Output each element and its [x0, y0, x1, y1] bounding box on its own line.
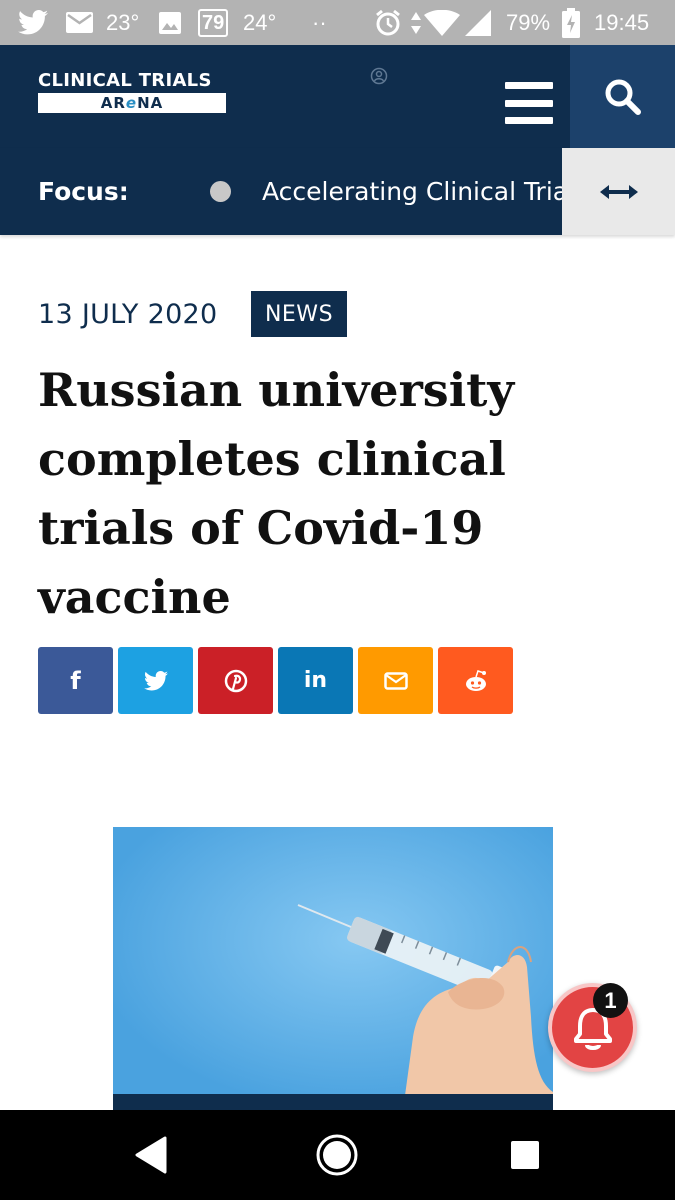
syringe-hand-illustration — [113, 827, 553, 1110]
menu-button[interactable] — [500, 75, 558, 131]
clock-time: 19:45 — [594, 9, 650, 35]
search-icon — [605, 79, 641, 115]
home-circle-icon — [316, 1134, 358, 1176]
twitter-icon — [18, 0, 48, 45]
status-bar: 23° 79 24° ·· 79% 19:45 — [0, 0, 675, 45]
facebook-icon: f — [70, 666, 81, 695]
focus-topic-link[interactable]: Accelerating Clinical Trials — [262, 148, 562, 235]
reddit-icon — [465, 669, 486, 691]
recents-button[interactable] — [508, 1110, 542, 1200]
notification-count-badge: 1 — [593, 983, 628, 1018]
notification-number-badge: 79 — [198, 0, 229, 45]
share-twitter-button[interactable] — [118, 647, 193, 714]
temperature-1: 23° — [106, 9, 140, 35]
data-arrows-icon — [410, 0, 422, 45]
share-facebook-button[interactable]: f — [38, 647, 113, 714]
recents-square-icon — [511, 1141, 539, 1169]
user-icon[interactable] — [370, 67, 388, 85]
category-badge[interactable]: NEWS — [251, 291, 347, 337]
focus-toggle-button[interactable] — [562, 148, 675, 235]
linkedin-icon: in — [303, 668, 328, 693]
share-buttons: f in — [38, 647, 513, 714]
focus-bullet — [210, 181, 231, 202]
home-button[interactable] — [313, 1110, 361, 1200]
temperature-2: 24° — [243, 9, 277, 35]
hamburger-icon — [505, 82, 553, 89]
focus-bar: Focus: Accelerating Clinical Trials — [0, 148, 675, 235]
pinterest-icon — [224, 669, 247, 692]
status-dots: ·· — [312, 9, 327, 35]
share-email-button[interactable] — [358, 647, 433, 714]
search-button[interactable] — [570, 45, 675, 148]
alarm-icon — [374, 0, 402, 45]
image-icon — [158, 0, 182, 45]
back-triangle-icon — [135, 1136, 167, 1174]
focus-label: Focus: — [38, 177, 129, 206]
battery-icon — [562, 0, 580, 45]
mail-icon — [66, 0, 93, 45]
battery-percent: 79% — [506, 9, 551, 35]
site-logo[interactable]: CLINICAL TRIALS AReNA — [38, 70, 226, 113]
article-title: Russian university completes clinical tr… — [38, 363, 515, 624]
logo-text-top: CLINICAL TRIALS — [38, 70, 212, 91]
signal-icon — [464, 0, 492, 45]
site-header: CLINICAL TRIALS AReNA — [0, 45, 675, 148]
wifi-icon — [424, 0, 460, 45]
share-reddit-button[interactable] — [438, 647, 513, 714]
share-pinterest-button[interactable] — [198, 647, 273, 714]
double-arrow-icon — [599, 184, 638, 199]
email-icon — [383, 671, 408, 690]
back-button[interactable] — [128, 1110, 174, 1200]
article-date: 13 JULY 2020 — [38, 298, 218, 330]
article-hero-image — [113, 827, 553, 1110]
system-nav-bar — [0, 1110, 675, 1200]
share-linkedin-button[interactable]: in — [278, 647, 353, 714]
hero-caption-bar — [113, 1094, 553, 1110]
logo-text-bottom: AReNA — [38, 93, 226, 113]
twitter-icon — [143, 670, 168, 690]
